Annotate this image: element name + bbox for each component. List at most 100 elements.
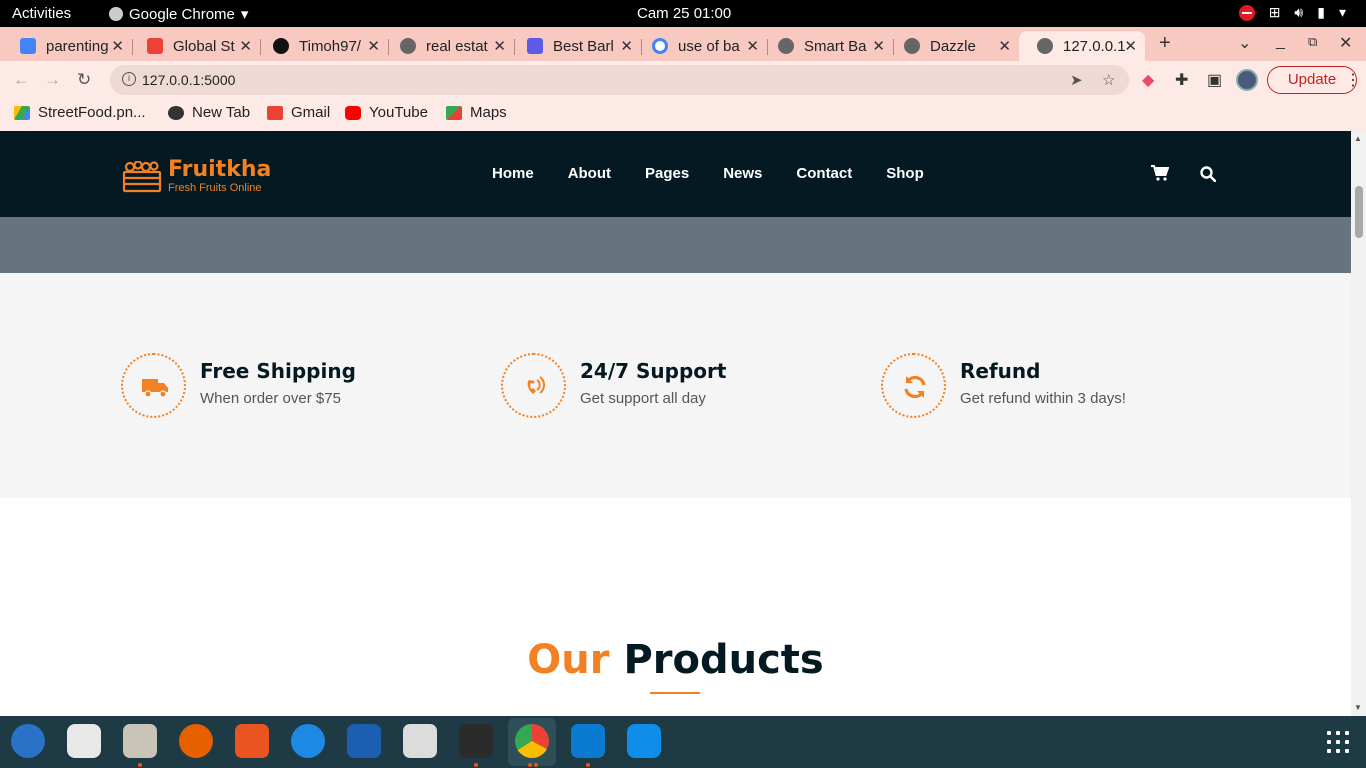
vscode-icon[interactable]: [571, 724, 605, 758]
address-bar[interactable]: i 127.0.0.1:5000 ➤ ☆: [110, 65, 1129, 95]
cart-icon[interactable]: [1151, 165, 1169, 181]
send-icon[interactable]: ➤: [1070, 71, 1083, 89]
minimize-window-button[interactable]: _: [1276, 33, 1285, 51]
chrome-icon[interactable]: [515, 724, 549, 758]
new-tab-button[interactable]: +: [1159, 32, 1171, 55]
github-icon: [273, 38, 289, 54]
restore-window-button[interactable]: ⧉: [1308, 34, 1317, 50]
feature-icon-circle: [881, 353, 946, 418]
bookmark-label: New Tab: [192, 104, 251, 121]
browser-tab[interactable]: parenting ✕: [2, 31, 133, 61]
site-info-icon[interactable]: i: [122, 72, 136, 86]
close-icon[interactable]: ✕: [998, 37, 1011, 55]
maps-icon: [446, 105, 462, 120]
bookmark-item[interactable]: YouTube: [345, 104, 428, 121]
browser-tab[interactable]: real estat ✕: [382, 31, 515, 61]
profile-avatar[interactable]: [1236, 69, 1258, 91]
side-panel-icon[interactable]: ▣: [1207, 70, 1222, 90]
files-icon[interactable]: [123, 724, 157, 758]
browser-tab[interactable]: Global St ✕: [129, 31, 261, 61]
more-menu-icon[interactable]: ⋮: [1345, 70, 1361, 90]
hero-banner-bottom: [0, 217, 1351, 273]
google-docs-icon: [20, 38, 36, 54]
help-icon[interactable]: [291, 724, 325, 758]
site-icon: [527, 38, 543, 54]
close-icon[interactable]: ✕: [111, 37, 124, 55]
scrollbar-thumb[interactable]: [1355, 186, 1363, 238]
rhythmbox-icon[interactable]: [67, 724, 101, 758]
close-icon[interactable]: ✕: [620, 37, 633, 55]
bookmark-item[interactable]: Gmail: [267, 104, 330, 121]
caret-down-icon: ▾: [240, 6, 249, 23]
close-icon[interactable]: ✕: [367, 37, 380, 55]
bookmark-item[interactable]: StreetFood.pn...: [14, 104, 146, 121]
app-menu[interactable]: Google Chrome ▾: [109, 5, 248, 23]
nav-home[interactable]: Home: [492, 165, 534, 182]
battery-icon: ▮: [1317, 4, 1325, 20]
browser-tab[interactable]: Smart Ba ✕: [760, 31, 894, 61]
system-tray[interactable]: ⊞ 🔊︎ ▮ ▾: [1238, 4, 1346, 21]
software-center-icon[interactable]: [235, 724, 269, 758]
show-applications-icon[interactable]: [1327, 731, 1349, 753]
back-button[interactable]: ←: [13, 70, 30, 90]
chrome-app-icon: [109, 7, 123, 21]
tab-search-icon[interactable]: ⌄: [1238, 33, 1251, 53]
close-icon[interactable]: ✕: [746, 37, 759, 55]
screencast-icon[interactable]: ◆: [1142, 70, 1154, 90]
teamviewer-icon[interactable]: [627, 724, 661, 758]
close-window-button[interactable]: ✕: [1339, 33, 1352, 53]
globe-icon: [400, 38, 416, 54]
globe-icon: [1037, 38, 1053, 54]
close-icon[interactable]: ✕: [493, 37, 506, 55]
close-icon[interactable]: ✕: [872, 37, 885, 55]
gmail-icon: [267, 105, 283, 120]
site-header: Fruitkha Fresh Fruits Online Home About …: [0, 131, 1351, 217]
firefox-icon[interactable]: [179, 724, 213, 758]
browser-tab[interactable]: Best Barl ✕: [509, 31, 642, 61]
main-nav: Home About Pages News Contact Shop: [492, 165, 958, 182]
extensions-puzzle-icon[interactable]: ✚: [1175, 70, 1188, 90]
document-viewer-icon[interactable]: [403, 724, 437, 758]
browser-tab-active[interactable]: 127.0.0.1 ✕: [1019, 31, 1145, 61]
fruit-crate-icon: [122, 161, 162, 193]
close-icon[interactable]: ✕: [1124, 37, 1137, 55]
bookmark-label: StreetFood.pn...: [38, 104, 146, 121]
feature-title: Refund: [960, 359, 1041, 383]
bookmark-label: Gmail: [291, 104, 331, 121]
scroll-down-arrow-icon[interactable]: ▼: [1354, 703, 1362, 712]
reload-button[interactable]: ↻: [77, 70, 91, 90]
writer-icon[interactable]: [347, 724, 381, 758]
youtube-icon: [345, 105, 361, 120]
system-clock[interactable]: Cam 25 01:00: [637, 5, 731, 22]
bookmark-star-icon[interactable]: ☆: [1102, 71, 1115, 89]
search-icon[interactable]: [1200, 166, 1216, 182]
bookmark-label: YouTube: [369, 104, 428, 121]
close-icon[interactable]: ✕: [239, 37, 252, 55]
nav-about[interactable]: About: [568, 165, 611, 182]
thunderbird-icon[interactable]: [11, 724, 45, 758]
heading-underline: [650, 692, 700, 694]
nav-pages[interactable]: Pages: [645, 165, 689, 182]
scroll-up-arrow-icon[interactable]: ▲: [1354, 134, 1362, 143]
nav-shop[interactable]: Shop: [886, 165, 924, 182]
running-indicator: [534, 763, 538, 767]
heading-accent: Our: [527, 637, 610, 683]
terminal-icon[interactable]: [459, 724, 493, 758]
address-url[interactable]: 127.0.0.1:5000: [142, 72, 235, 88]
page-scrollbar[interactable]: ▲ ▼: [1351, 131, 1366, 716]
tab-title: parenting: [46, 37, 109, 55]
browser-tab[interactable]: use of ba ✕: [634, 31, 768, 61]
ubuntu-dock: [0, 716, 1366, 768]
tab-title: Global St: [173, 37, 235, 55]
browser-tab[interactable]: Dazzle ✕: [886, 31, 1019, 61]
activities-button[interactable]: Activities: [12, 5, 71, 22]
bookmark-item[interactable]: New Tab: [168, 104, 250, 121]
nav-news[interactable]: News: [723, 165, 762, 182]
refresh-icon: [904, 375, 926, 399]
browser-tab[interactable]: Timoh97/ ✕: [255, 31, 389, 61]
forward-button[interactable]: →: [44, 70, 61, 90]
section-heading: Our Products: [0, 637, 1351, 683]
update-button[interactable]: Update: [1267, 66, 1357, 94]
bookmark-item[interactable]: Maps: [446, 104, 507, 121]
nav-contact[interactable]: Contact: [796, 165, 852, 182]
